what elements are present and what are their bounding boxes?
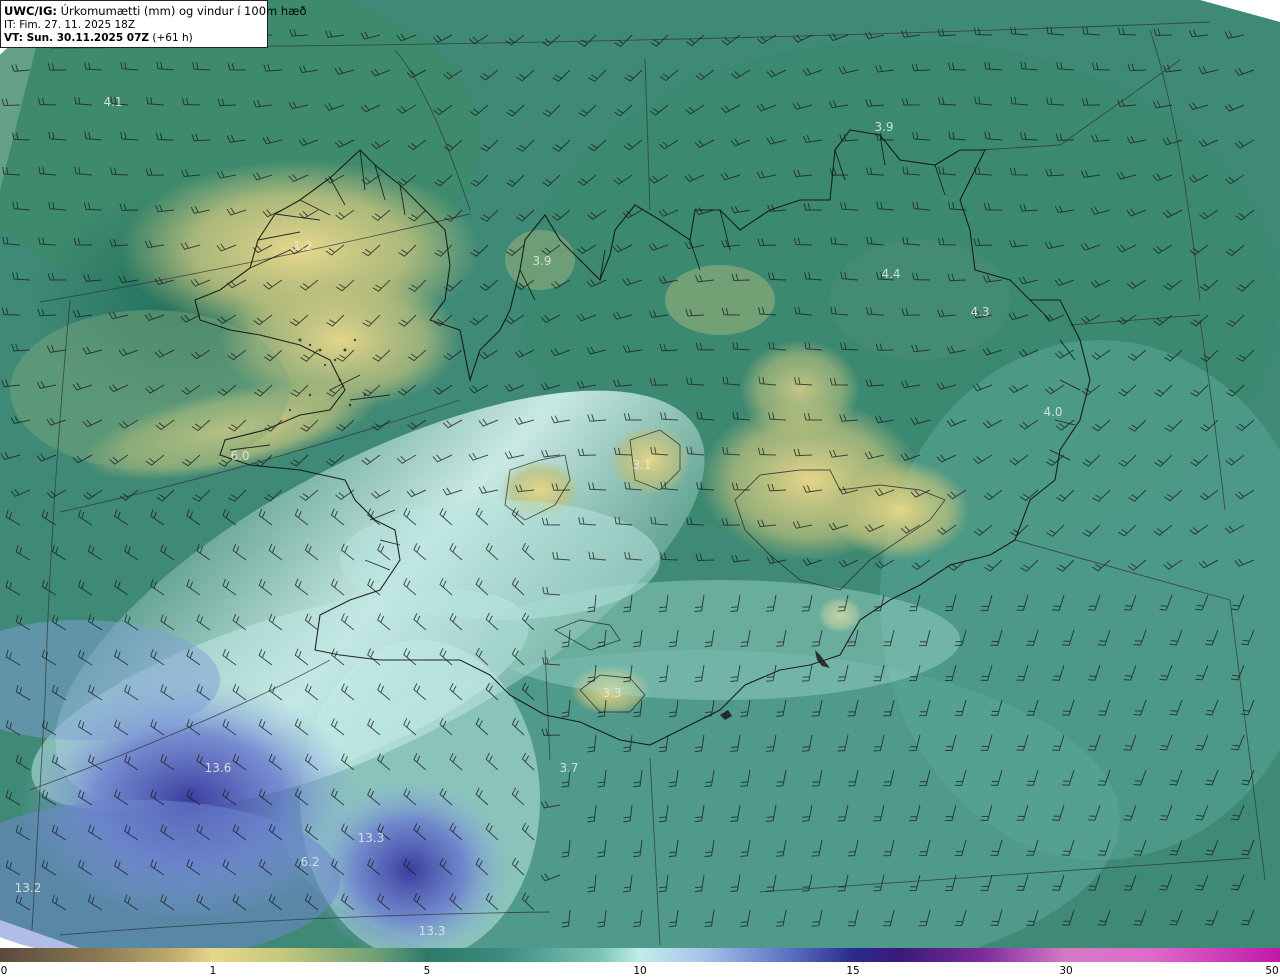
header-title-line: UWC/IG: Úrkomumætti (mm) og vindur í 100…: [4, 4, 307, 19]
issue-time: IT: Fim. 27. 11. 2025 18Z: [4, 19, 136, 31]
colorbar-tick-5: 5: [423, 965, 431, 977]
map-value-langjokull: 3.1: [632, 458, 652, 472]
colorbar-tick-0: 0: [0, 965, 8, 977]
colorbar-gradient: [0, 948, 1280, 962]
product-title: Úrkomumætti (mm) og vindur í 100m hæð: [60, 4, 307, 18]
valid-time-line: VT: Sun. 30.11.2025 07Z (+61 h): [4, 32, 267, 45]
map-value-south-sea: 3.7: [559, 761, 579, 775]
map-value-east-coast: 4.0: [1043, 405, 1063, 419]
map-value-east: 4.3: [970, 305, 990, 319]
map-value-skagi: 3.9: [532, 254, 552, 268]
valid-time: VT: Sun. 30.11.2025 07Z: [4, 32, 150, 44]
map-value-westfjords: 1.2: [293, 239, 313, 253]
map-value-northeast: 4.4: [881, 267, 901, 281]
weather-map: 4.1 1.2 3.9 3.9 4.4 4.3 4.0 6.0 3.1 3.3 …: [0, 0, 1280, 948]
forecast-hour: (+61 h): [152, 32, 193, 44]
map-value-south-bottom: 13.3: [418, 924, 446, 938]
colorbar-tick-50: 50: [1265, 965, 1279, 977]
map-value-sw-sea-2: 13.3: [357, 831, 385, 845]
map-value-eyjafjallajokull: 3.3: [602, 686, 622, 700]
product-code: UWC/IG:: [4, 4, 57, 18]
colorbar-tick-15: 15: [846, 965, 860, 977]
map-value-sw-sea-3: 6.2: [300, 855, 320, 869]
colorbar-tick-30: 30: [1059, 965, 1073, 977]
map-value-sw-corner: 13.2: [14, 881, 42, 895]
map-value-north-coast: 3.9: [874, 120, 894, 134]
map-value-nw-sea: 4.1: [103, 95, 123, 109]
colorbar: 0 1 5 10 15 30 50: [0, 948, 1280, 978]
colorbar-tick-1: 1: [209, 965, 217, 977]
map-value-sw-sea-1: 13.6: [204, 761, 232, 775]
map-header: UWC/IG: Úrkomumætti (mm) og vindur í 100…: [0, 0, 307, 48]
map-value-snaefellsnes: 6.0: [230, 449, 250, 463]
colorbar-tick-10: 10: [633, 965, 647, 977]
map-canvas: [0, 0, 1280, 948]
